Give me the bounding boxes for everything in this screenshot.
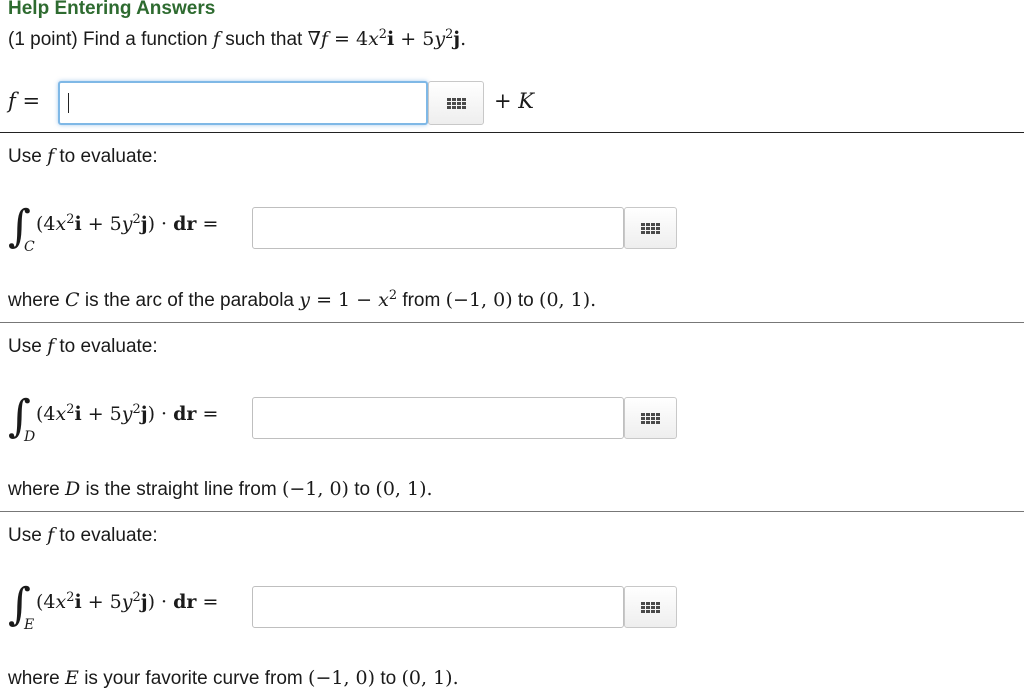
divider: [0, 132, 1024, 133]
use-f-instruction: Use f to evaluate:: [8, 524, 158, 546]
divider: [0, 511, 1024, 512]
math-f: f: [212, 28, 220, 50]
f-keypad-button[interactable]: [428, 81, 484, 125]
curve-e-description: where E is your favorite curve from (−1,…: [8, 667, 459, 689]
grid-keypad-icon: [446, 97, 466, 109]
integrand: (4x2i + 5y2j) · dr =: [36, 211, 219, 235]
text-caret: [68, 93, 69, 113]
grid-keypad-icon: [641, 222, 660, 234]
use-f-instruction: Use f to evaluate:: [8, 335, 158, 357]
integrand: (4x2i + 5y2j) · dr =: [36, 401, 219, 425]
points-label: (1 point): [8, 29, 78, 50]
f-answer-input[interactable]: [58, 81, 428, 125]
plus-k-label: + K: [494, 89, 534, 113]
such-that-text: such that: [225, 29, 303, 50]
integrand: (4x2i + 5y2j) · dr =: [36, 589, 219, 613]
integral-e-keypad-button[interactable]: [624, 586, 677, 628]
gradient-expression: ∇f = 4x2i + 5y2j.: [307, 26, 467, 50]
integral-d-answer-input[interactable]: [252, 397, 624, 439]
grid-keypad-icon: [641, 412, 660, 424]
integral-subscript: D: [24, 429, 36, 445]
problem-statement: (1 point) Find a function f such that ∇f…: [8, 28, 466, 51]
curve-c-description: where C is the arc of the parabola y = 1…: [8, 287, 597, 311]
prompt-text: Find a function: [82, 29, 208, 50]
integral-c-keypad-button[interactable]: [624, 207, 677, 249]
integral-c-answer-input[interactable]: [252, 207, 624, 249]
f-equals-label: f =: [8, 89, 41, 113]
grid-keypad-icon: [641, 601, 660, 613]
integral-e-answer-input[interactable]: [252, 586, 624, 628]
integral-subscript: C: [24, 239, 35, 255]
curve-d-description: where D is the straight line from (−1, 0…: [8, 478, 433, 500]
divider: [0, 322, 1024, 323]
use-f-instruction: Use f to evaluate:: [8, 145, 158, 167]
integral-d-keypad-button[interactable]: [624, 397, 677, 439]
integral-subscript: E: [24, 617, 35, 633]
help-entering-answers-link[interactable]: Help Entering Answers: [8, 0, 215, 20]
